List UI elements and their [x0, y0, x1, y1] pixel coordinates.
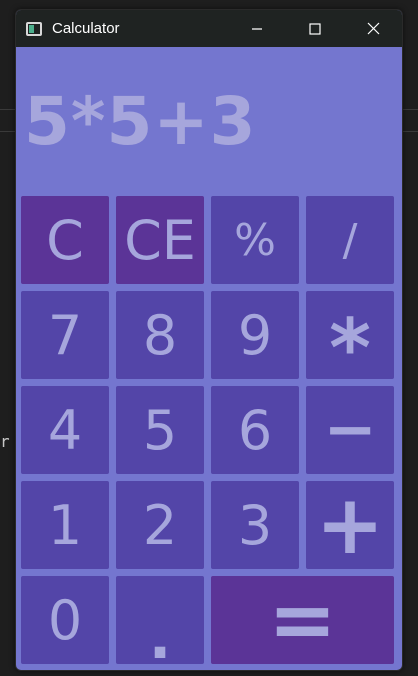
app-icon: [26, 21, 42, 36]
decimal-point-button[interactable]: .: [116, 576, 204, 670]
add-button[interactable]: +: [306, 478, 394, 573]
subtract-button[interactable]: −: [306, 386, 394, 474]
minimize-icon: [252, 27, 262, 30]
digit-6-button[interactable]: 6: [211, 386, 299, 474]
digit-9-button[interactable]: 9: [211, 291, 299, 379]
close-icon: [367, 22, 379, 35]
digit-1-button[interactable]: 1: [21, 481, 109, 569]
clear-entry-button[interactable]: CE: [116, 196, 204, 284]
digit-0-button[interactable]: 0: [21, 576, 109, 664]
window-controls: [228, 10, 402, 47]
editor-code-fragment: r: [0, 432, 10, 451]
digit-4-button[interactable]: 4: [21, 386, 109, 474]
keypad: C CE % / 7 8 9 * 4 5 6 − 1 2 3 + 0 . =: [21, 196, 396, 670]
equals-button[interactable]: =: [211, 573, 394, 668]
window-title: Calculator: [52, 20, 120, 37]
expression-display: 5*5+3: [16, 47, 402, 195]
maximize-button[interactable]: [286, 10, 344, 47]
multiply-button[interactable]: *: [306, 291, 394, 395]
percent-button[interactable]: %: [211, 196, 299, 284]
maximize-icon: [309, 22, 321, 35]
digit-3-button[interactable]: 3: [211, 481, 299, 569]
digit-8-button[interactable]: 8: [116, 291, 204, 379]
calculator-window: Calculator 5*5+3 C CE % / 7 8 9 * 4 5 6 …: [15, 9, 403, 671]
digit-7-button[interactable]: 7: [21, 291, 109, 379]
clear-button[interactable]: C: [21, 196, 109, 284]
close-button[interactable]: [344, 10, 402, 47]
divide-button[interactable]: /: [306, 196, 394, 284]
digit-5-button[interactable]: 5: [116, 386, 204, 474]
minimize-button[interactable]: [228, 10, 286, 47]
digit-2-button[interactable]: 2: [116, 481, 204, 569]
title-bar[interactable]: Calculator: [16, 10, 402, 47]
expression-text: 5*5+3: [24, 82, 257, 160]
